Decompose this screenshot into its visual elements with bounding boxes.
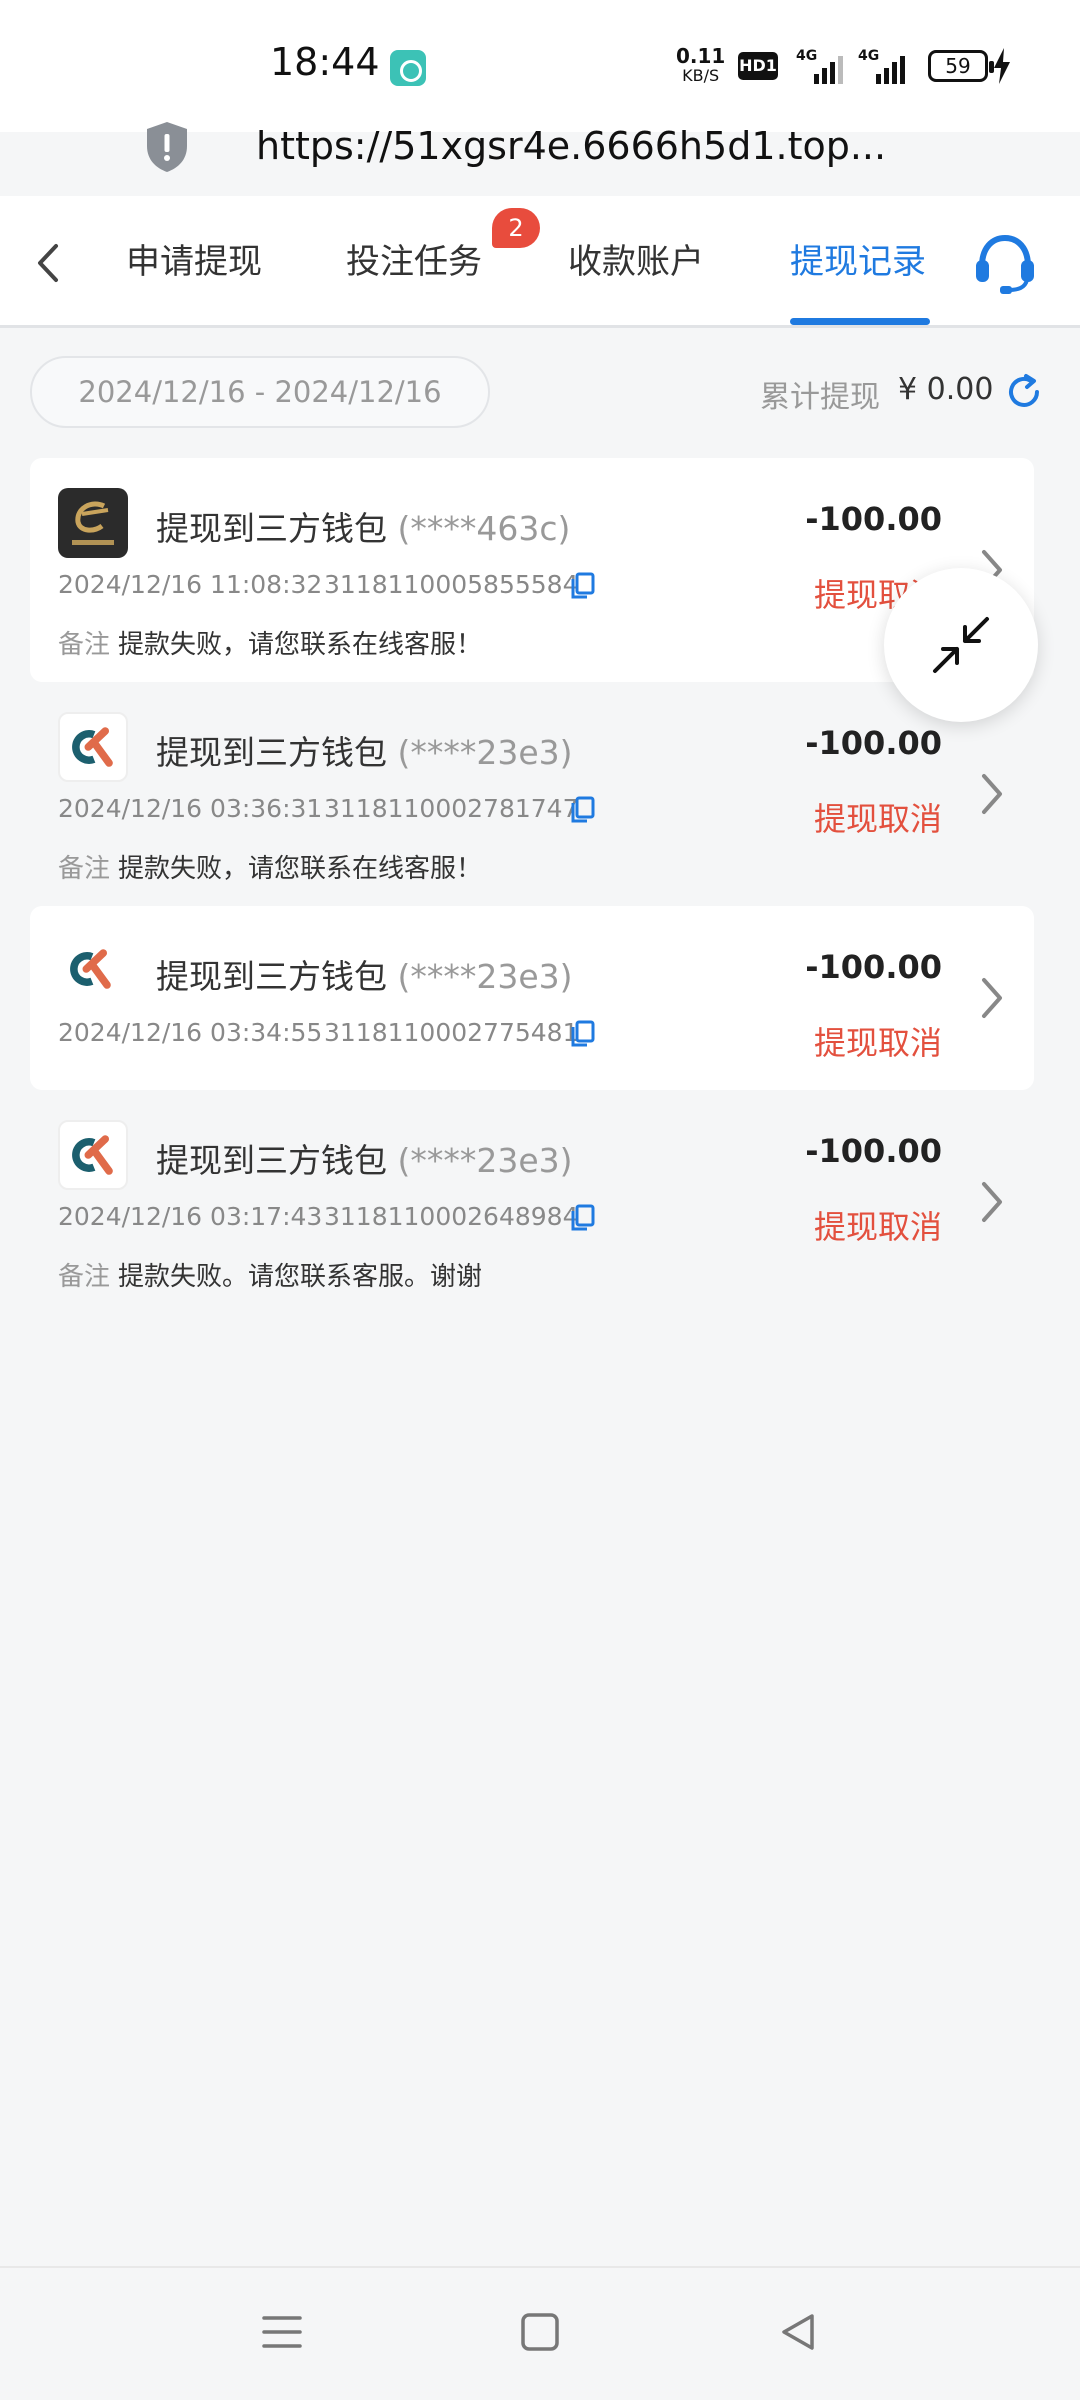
tab-apply-withdraw[interactable]: 申请提现 bbox=[126, 234, 262, 283]
ck-logo-icon bbox=[58, 936, 128, 1006]
battery-icon: 59 bbox=[928, 50, 994, 82]
record-item[interactable]: 提现到三方钱包 (****23e3) -100.00 提现取消 2024/12/… bbox=[30, 682, 1034, 906]
topay-logo-icon bbox=[58, 488, 128, 558]
record-order-number: 3118110005855584 bbox=[324, 570, 579, 599]
chevron-right-icon[interactable] bbox=[976, 1178, 1006, 1226]
collapse-floating-button[interactable] bbox=[884, 568, 1038, 722]
menu-icon[interactable] bbox=[262, 2312, 302, 2352]
record-account: (****23e3) bbox=[397, 957, 573, 996]
copy-icon[interactable] bbox=[570, 796, 596, 824]
record-note-label: 备注 bbox=[58, 854, 111, 884]
collapse-arrows-icon bbox=[933, 617, 989, 673]
total-withdraw-value: ¥ 0.00 bbox=[898, 372, 994, 407]
charging-icon bbox=[994, 48, 1010, 84]
ck-logo-icon bbox=[58, 712, 128, 782]
ck-logo-icon bbox=[58, 1120, 128, 1190]
record-item[interactable]: 提现到三方钱包 (****23e3) -100.00 提现取消 2024/12/… bbox=[30, 1090, 1034, 1314]
network-speed: 0.11 KB/S bbox=[676, 46, 725, 86]
record-account: (****23e3) bbox=[397, 733, 573, 772]
record-amount: -100.00 bbox=[805, 724, 942, 762]
signal-label: 4G bbox=[858, 48, 880, 64]
record-title-text: 提现到三方钱包 bbox=[156, 733, 387, 772]
chevron-right-icon[interactable] bbox=[976, 770, 1006, 818]
signal-icon: 4G bbox=[858, 48, 908, 84]
record-amount: -100.00 bbox=[805, 1132, 942, 1170]
record-title-text: 提现到三方钱包 bbox=[156, 1141, 387, 1180]
app-notification-icon bbox=[390, 50, 426, 86]
record-title: 提现到三方钱包 (****23e3) bbox=[156, 726, 573, 774]
tab-withdraw-records[interactable]: 提现记录 bbox=[790, 234, 926, 283]
record-note: 备注 提款失败，请您联系在线客服！ bbox=[58, 624, 482, 661]
tab-payee-accounts[interactable]: 收款账户 bbox=[568, 234, 704, 283]
tab-nav: 申请提现 投注任务 2 收款账户 提现记录 bbox=[0, 196, 1080, 328]
network-speed-value: 0.11 bbox=[676, 44, 726, 68]
record-title: 提现到三方钱包 (****23e3) bbox=[156, 1134, 573, 1182]
shield-icon[interactable] bbox=[144, 120, 190, 174]
status-bar: 18:44 0.11 KB/S HD1 4G 4G 59 https://51x… bbox=[0, 0, 1080, 172]
record-title: 提现到三方钱包 (****463c) bbox=[156, 502, 570, 550]
record-note-text: 提款失败，请您联系在线客服！ bbox=[118, 630, 483, 660]
signal-label: 4G bbox=[796, 48, 818, 64]
back-arrow-icon[interactable] bbox=[26, 238, 70, 288]
home-icon[interactable] bbox=[520, 2312, 560, 2352]
url-text[interactable]: https://51xgsr4e.6666h5d1.top... bbox=[256, 124, 886, 168]
tab-betting-tasks[interactable]: 投注任务 bbox=[346, 234, 482, 283]
system-nav-bar bbox=[0, 2266, 1080, 2400]
record-status: 提现取消 bbox=[813, 1024, 942, 1062]
record-status: 提现取消 bbox=[813, 800, 942, 838]
copy-icon[interactable] bbox=[570, 1204, 596, 1232]
total-withdraw-label: 累计提现 bbox=[760, 380, 880, 415]
record-time: 2024/12/16 03:34:55 bbox=[58, 1018, 323, 1047]
copy-icon[interactable] bbox=[570, 1020, 596, 1048]
record-note: 备注 提款失败，请您联系在线客服！ bbox=[58, 848, 482, 885]
notification-badge: 2 bbox=[492, 208, 540, 248]
customer-service-icon[interactable] bbox=[972, 230, 1038, 296]
refresh-icon[interactable] bbox=[1004, 372, 1044, 412]
record-status: 提现取消 bbox=[813, 1208, 942, 1246]
back-icon[interactable] bbox=[778, 2312, 818, 2352]
record-order-number: 3118110002781747 bbox=[324, 794, 579, 823]
record-note-text: 提款失败，请您联系在线客服！ bbox=[118, 854, 483, 884]
record-item[interactable]: 提现到三方钱包 (****23e3) -100.00 提现取消 2024/12/… bbox=[30, 906, 1034, 1090]
record-amount: -100.00 bbox=[805, 500, 942, 538]
record-note-text: 提款失败。请您联系客服。谢谢 bbox=[118, 1262, 483, 1292]
status-time: 18:44 bbox=[270, 40, 380, 84]
record-title-text: 提现到三方钱包 bbox=[156, 509, 387, 548]
date-range-picker[interactable]: 2024/12/16 - 2024/12/16 bbox=[30, 356, 490, 428]
record-title: 提现到三方钱包 (****23e3) bbox=[156, 950, 573, 998]
record-account: (****23e3) bbox=[397, 1141, 573, 1180]
record-order-number: 3118110002648984 bbox=[324, 1202, 579, 1231]
network-speed-unit: KB/S bbox=[682, 66, 720, 85]
record-time: 2024/12/16 03:36:31 bbox=[58, 794, 323, 823]
record-time: 2024/12/16 03:17:43 bbox=[58, 1202, 323, 1231]
record-note: 备注 提款失败。请您联系客服。谢谢 bbox=[58, 1256, 482, 1293]
record-time: 2024/12/16 11:08:32 bbox=[58, 570, 323, 599]
hd-badge: HD1 bbox=[738, 52, 778, 80]
signal-icon: 4G bbox=[796, 48, 846, 84]
record-note-label: 备注 bbox=[58, 1262, 111, 1292]
copy-icon[interactable] bbox=[570, 572, 596, 600]
active-tab-indicator bbox=[790, 318, 930, 325]
record-order-number: 3118110002775481 bbox=[324, 1018, 579, 1047]
record-title-text: 提现到三方钱包 bbox=[156, 957, 387, 996]
record-account: (****463c) bbox=[397, 509, 571, 548]
record-amount: -100.00 bbox=[805, 948, 942, 986]
record-note-label: 备注 bbox=[58, 630, 111, 660]
chevron-right-icon[interactable] bbox=[976, 974, 1006, 1022]
